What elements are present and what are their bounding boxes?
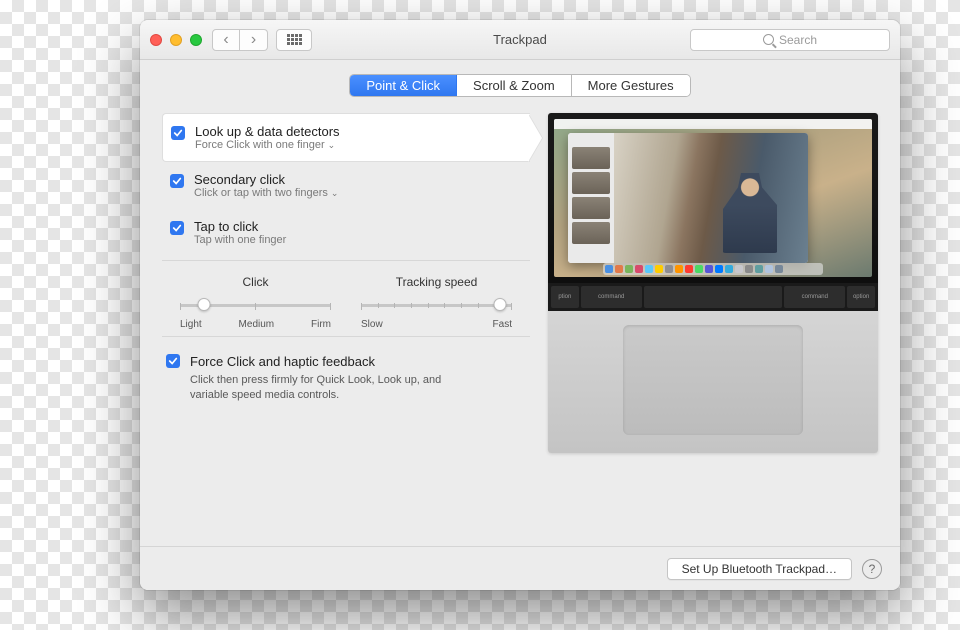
chevron-down-icon: ⌄: [331, 188, 339, 199]
tab-more-gestures[interactable]: More Gestures: [572, 75, 690, 96]
option-secondary-sub[interactable]: Click or tap with two fingers⌄: [194, 187, 338, 199]
nav-buttons: ‹ ›: [212, 29, 268, 51]
force-sub: Click then press firmly for Quick Look, …: [190, 373, 480, 404]
click-slider-block: Click Light Medium Firm: [180, 275, 331, 330]
checkbox-force[interactable]: [166, 354, 180, 368]
help-button[interactable]: ?: [862, 559, 882, 579]
search-icon: [763, 34, 774, 45]
preview-pane: ption command command option: [548, 113, 878, 536]
checkbox-secondary[interactable]: [170, 174, 184, 188]
setup-bluetooth-button[interactable]: Set Up Bluetooth Trackpad…: [667, 558, 852, 580]
tracking-header: Tracking speed: [396, 275, 478, 289]
checkbox-tap[interactable]: [170, 221, 184, 235]
back-button[interactable]: ‹: [212, 29, 240, 51]
grid-icon: [287, 34, 302, 45]
close-icon[interactable]: [150, 34, 162, 46]
force-label: Force Click and haptic feedback: [190, 354, 375, 369]
zoom-icon[interactable]: [190, 34, 202, 46]
options-column: Look up & data detectors Force Click wit…: [162, 113, 530, 536]
sliders-row: Click Light Medium Firm Tracking speed: [162, 261, 530, 337]
option-lookup-label: Look up & data detectors: [195, 124, 340, 139]
traffic-lights: [150, 34, 202, 46]
option-secondary-label: Secondary click: [194, 172, 338, 187]
option-tap-to-click[interactable]: Tap to click Tap with one finger: [162, 209, 530, 256]
click-slider[interactable]: [180, 297, 331, 315]
tab-row: Point & Click Scroll & Zoom More Gesture…: [140, 60, 900, 97]
tracking-slider-block: Tracking speed Slow Fast: [361, 275, 512, 330]
search-input[interactable]: Search: [690, 29, 890, 51]
trackpad-surface-icon: [623, 325, 803, 435]
option-secondary-click[interactable]: Secondary click Click or tap with two fi…: [162, 162, 530, 209]
forward-button[interactable]: ›: [240, 29, 268, 51]
search-placeholder: Search: [779, 33, 817, 47]
option-force-click[interactable]: Force Click and haptic feedback Click th…: [162, 337, 530, 408]
checkbox-lookup[interactable]: [171, 126, 185, 140]
click-header: Click: [243, 275, 269, 289]
footer: Set Up Bluetooth Trackpad… ?: [140, 546, 900, 590]
tab-point-click[interactable]: Point & Click: [350, 75, 457, 96]
option-lookup[interactable]: Look up & data detectors Force Click wit…: [162, 113, 530, 162]
option-tap-sub: Tap with one finger: [194, 234, 286, 246]
minimize-icon[interactable]: [170, 34, 182, 46]
preferences-window: ‹ › Trackpad Search Point & Click Scroll…: [140, 20, 900, 590]
laptop-illustration: ption command command option: [548, 113, 878, 453]
option-lookup-sub[interactable]: Force Click with one finger⌄: [195, 139, 340, 151]
tracking-slider[interactable]: [361, 297, 512, 315]
chevron-down-icon: ⌄: [328, 140, 336, 151]
show-all-button[interactable]: [276, 29, 312, 51]
tab-scroll-zoom[interactable]: Scroll & Zoom: [457, 75, 572, 96]
titlebar: ‹ › Trackpad Search: [140, 20, 900, 60]
option-tap-label: Tap to click: [194, 219, 286, 234]
